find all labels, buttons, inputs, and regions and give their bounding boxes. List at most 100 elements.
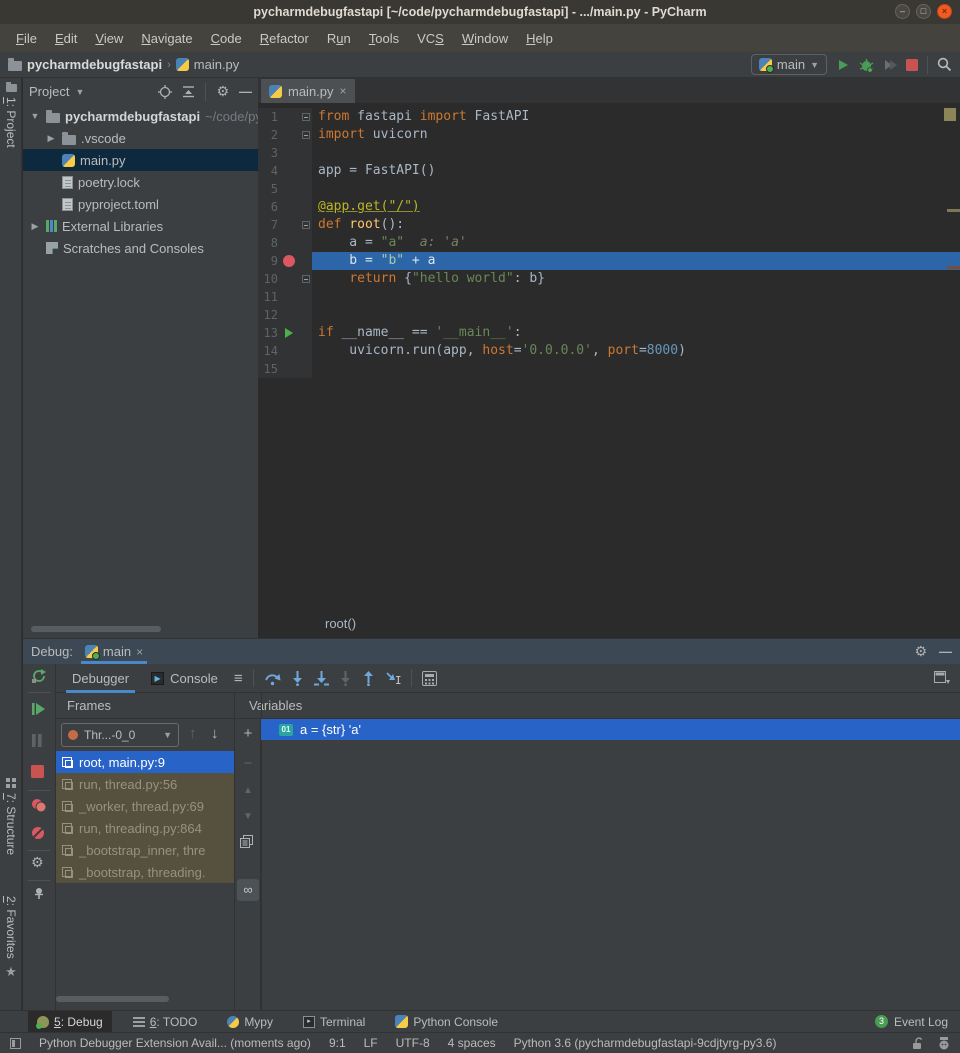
step-over-icon[interactable] bbox=[264, 671, 281, 686]
menu-vcs[interactable]: VCS bbox=[409, 28, 452, 49]
gutter-line-1[interactable]: 1 bbox=[258, 108, 312, 126]
breadcrumb-project[interactable]: pycharmdebugfastapi bbox=[27, 57, 162, 72]
indent-setting[interactable]: 4 spaces bbox=[448, 1036, 496, 1050]
code-line-2[interactable]: 2import uvicorn bbox=[258, 126, 960, 144]
gear-icon[interactable]: ⚙ bbox=[216, 85, 229, 99]
gutter-line-14[interactable]: 14 bbox=[258, 342, 312, 360]
restore-layout-icon[interactable] bbox=[934, 671, 950, 685]
gutter-line-7[interactable]: 7 bbox=[258, 216, 312, 234]
code-line-14[interactable]: 14 uvicorn.run(app, host='0.0.0.0', port… bbox=[258, 342, 960, 360]
code-area[interactable]: 1from fastapi import FastAPI2import uvic… bbox=[258, 103, 960, 615]
fold-icon[interactable] bbox=[302, 221, 310, 229]
menu-window[interactable]: Window bbox=[454, 28, 516, 49]
search-icon[interactable] bbox=[937, 57, 952, 72]
pin-icon[interactable] bbox=[31, 886, 45, 900]
gutter-line-12[interactable]: 12 bbox=[258, 306, 312, 324]
stop-button[interactable] bbox=[906, 59, 918, 71]
line-ending[interactable]: LF bbox=[364, 1036, 378, 1050]
code-line-9[interactable]: 9 b = "b" + a bbox=[258, 252, 960, 270]
project-panel-title[interactable]: Project bbox=[29, 84, 69, 99]
sidebar-tab-favorites[interactable]: 2: Favorites ★ bbox=[0, 896, 22, 980]
code-line-8[interactable]: 8 a = "a" a: 'a' bbox=[258, 234, 960, 252]
menu-refactor[interactable]: Refactor bbox=[252, 28, 317, 49]
code-line-15[interactable]: 15 bbox=[258, 360, 960, 378]
move-up-icon[interactable]: ▲ bbox=[240, 785, 256, 796]
code-line-4[interactable]: 4app = FastAPI() bbox=[258, 162, 960, 180]
breakpoint-stripe-mark[interactable] bbox=[947, 266, 960, 269]
force-step-into-icon[interactable] bbox=[339, 671, 352, 686]
step-out-icon[interactable] bbox=[362, 671, 375, 686]
tree-item-scratches-and-consoles[interactable]: Scratches and Consoles bbox=[23, 237, 258, 259]
code-line-13[interactable]: 13if __name__ == '__main__': bbox=[258, 324, 960, 342]
status-message[interactable]: Python Debugger Extension Avail... (mome… bbox=[39, 1036, 311, 1050]
frame-row[interactable]: _bootstrap_inner, thre bbox=[56, 839, 234, 861]
editor-tab-mainpy[interactable]: main.py × bbox=[261, 79, 355, 103]
tree-item-external-libraries[interactable]: ▶External Libraries bbox=[23, 215, 258, 237]
tree-item--vscode[interactable]: ▶.vscode bbox=[23, 127, 258, 149]
tree-expand-arrow[interactable]: ▶ bbox=[45, 133, 57, 144]
breakpoint-icon[interactable] bbox=[283, 255, 295, 267]
gutter-line-15[interactable]: 15 bbox=[258, 360, 312, 378]
stop-icon[interactable] bbox=[31, 765, 44, 778]
run-configuration-selector[interactable]: main ▼ bbox=[751, 54, 827, 75]
maximize-button[interactable]: □ bbox=[916, 4, 931, 19]
fold-icon[interactable] bbox=[302, 275, 310, 283]
pause-icon[interactable] bbox=[31, 734, 43, 747]
close-tab-icon[interactable]: × bbox=[340, 84, 347, 98]
tree-expand-arrow[interactable]: ▼ bbox=[29, 111, 41, 121]
menu-tools[interactable]: Tools bbox=[361, 28, 407, 49]
toolwindow-tab-python-console[interactable]: Python Console bbox=[386, 1011, 507, 1033]
tab-debugger[interactable]: Debugger bbox=[66, 664, 135, 693]
locate-file-icon[interactable] bbox=[158, 85, 172, 99]
gutter-line-3[interactable]: 3 bbox=[258, 144, 312, 162]
tab-console[interactable]: ▶ Console bbox=[145, 664, 224, 693]
breadcrumb-file[interactable]: main.py bbox=[194, 57, 240, 72]
menu-navigate[interactable]: Navigate bbox=[133, 28, 200, 49]
layout-menu-icon[interactable]: ≡ bbox=[234, 670, 243, 687]
previous-frame-icon[interactable]: ↑ bbox=[189, 725, 197, 742]
lock-icon[interactable] bbox=[912, 1037, 924, 1050]
tree-expand-arrow[interactable]: ▶ bbox=[29, 221, 41, 232]
evaluate-expression-icon[interactable] bbox=[422, 671, 437, 686]
toolwindow-tab-mypy[interactable]: Mypy bbox=[218, 1011, 282, 1033]
code-line-5[interactable]: 5 bbox=[258, 180, 960, 198]
encoding[interactable]: UTF-8 bbox=[396, 1036, 430, 1050]
coverage-button[interactable] bbox=[883, 58, 897, 72]
gutter-line-11[interactable]: 11 bbox=[258, 288, 312, 306]
mute-breakpoints-icon[interactable] bbox=[31, 826, 45, 840]
close-button[interactable]: × bbox=[937, 4, 952, 19]
warning-stripe-mark[interactable] bbox=[947, 209, 960, 212]
fold-icon[interactable] bbox=[302, 131, 310, 139]
code-line-12[interactable]: 12 bbox=[258, 306, 960, 324]
menu-run[interactable]: Run bbox=[319, 28, 359, 49]
collapse-all-icon[interactable] bbox=[182, 85, 195, 98]
run-line-icon[interactable] bbox=[285, 328, 293, 338]
debug-settings-gear-icon[interactable]: ⚙ bbox=[31, 856, 44, 870]
menu-view[interactable]: View bbox=[87, 28, 131, 49]
frame-row[interactable]: root, main.py:9 bbox=[56, 751, 234, 773]
thread-selector[interactable]: Thr...-0_0 ▼ bbox=[61, 723, 179, 747]
toolwindow-tab-6-todo[interactable]: 6: TODO bbox=[124, 1011, 207, 1033]
code-line-7[interactable]: 7def root(): bbox=[258, 216, 960, 234]
code-line-10[interactable]: 10 return {"hello world": b} bbox=[258, 270, 960, 288]
gear-icon[interactable]: ⚙ bbox=[914, 645, 927, 659]
duplicate-watch-icon[interactable] bbox=[240, 835, 256, 848]
run-button[interactable] bbox=[836, 58, 850, 72]
next-frame-icon[interactable]: ↓ bbox=[211, 725, 219, 742]
add-watch-icon[interactable]: + bbox=[240, 725, 256, 742]
toolwindow-toggle-icon[interactable] bbox=[10, 1038, 21, 1049]
menu-code[interactable]: Code bbox=[203, 28, 250, 49]
code-line-1[interactable]: 1from fastapi import FastAPI bbox=[258, 108, 960, 126]
tree-item-poetry-lock[interactable]: poetry.lock bbox=[23, 171, 258, 193]
interpreter[interactable]: Python 3.6 (pycharmdebugfastapi-9cdjtyrg… bbox=[514, 1036, 777, 1050]
code-line-3[interactable]: 3 bbox=[258, 144, 960, 162]
step-into-my-code-icon[interactable] bbox=[314, 671, 329, 686]
gutter-line-5[interactable]: 5 bbox=[258, 180, 312, 198]
debug-button[interactable] bbox=[859, 58, 874, 72]
tree-item-pyproject-toml[interactable]: pyproject.toml bbox=[23, 193, 258, 215]
remove-watch-icon[interactable]: − bbox=[240, 755, 256, 772]
run-to-cursor-icon[interactable]: I bbox=[385, 671, 401, 686]
move-down-icon[interactable]: ▼ bbox=[240, 811, 256, 822]
sidebar-tab-project[interactable]: 1: Project bbox=[0, 84, 22, 148]
code-line-11[interactable]: 11 bbox=[258, 288, 960, 306]
